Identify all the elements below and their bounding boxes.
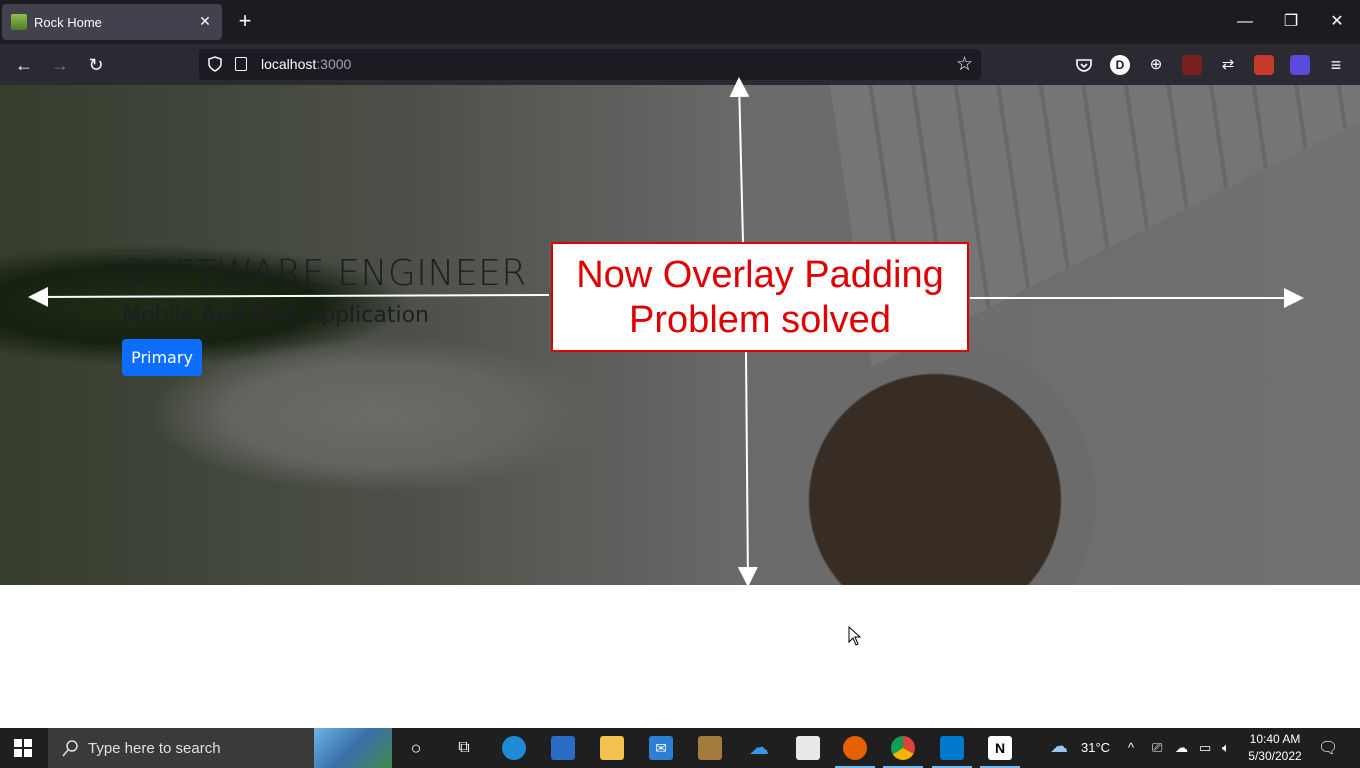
meet-now-icon[interactable]: ⎚ [1152,740,1162,756]
search-highlight-art-icon[interactable] [314,728,392,768]
task-view-icon[interactable]: ⧉ [452,736,476,760]
taskbar-search-box[interactable]: Type here to search [48,728,392,768]
mouse-cursor-icon [848,626,862,646]
mail-icon[interactable]: ✉ [649,736,673,760]
snipping-tool-icon[interactable] [796,736,820,760]
arrow-down [737,351,758,587]
cortana-icon[interactable]: ○ [404,736,428,760]
search-placeholder: Type here to search [88,740,221,757]
system-clock[interactable]: 10:40 AM 5/30/2022 [1240,731,1310,765]
search-icon [62,740,78,757]
onedrive-icon[interactable]: ☁ [747,736,771,760]
windows-taskbar: Type here to search ○ ⧉ ✉ ☁ N ☁ 31°C ^ ⎚… [0,728,1360,768]
callout-line-1: Now Overlay Padding [576,254,944,296]
clock-date: 5/30/2022 [1248,749,1302,763]
chrome-icon[interactable] [891,736,915,760]
annotation-callout: Now Overlay Padding Problem solved [551,242,969,352]
microsoft-store-icon[interactable] [551,736,575,760]
arrow-left [28,286,550,307]
weather-cloud-icon[interactable]: ☁ [1050,736,1068,757]
weather-temperature[interactable]: 31°C [1081,740,1110,755]
windows-start-icon[interactable] [14,739,32,757]
clock-time: 10:40 AM [1249,732,1301,746]
book-app-icon[interactable] [698,736,722,760]
vscode-icon[interactable] [940,736,964,760]
file-explorer-icon[interactable] [600,736,624,760]
show-hidden-icons-icon[interactable]: ^ [1128,740,1134,755]
callout-line-2: Problem solved [629,299,891,341]
network-icon[interactable]: ▭ [1199,740,1211,756]
firefox-icon[interactable] [843,736,867,760]
arrow-up [729,77,750,243]
volume-icon[interactable]: 🔈︎ [1222,740,1230,756]
notification-center-icon[interactable]: 🗨︎ [1318,738,1338,758]
edge-icon[interactable] [502,736,526,760]
onedrive-tray-icon[interactable]: ☁ [1175,740,1188,756]
annotation-arrows [28,77,1304,587]
notion-icon[interactable]: N [988,736,1012,760]
